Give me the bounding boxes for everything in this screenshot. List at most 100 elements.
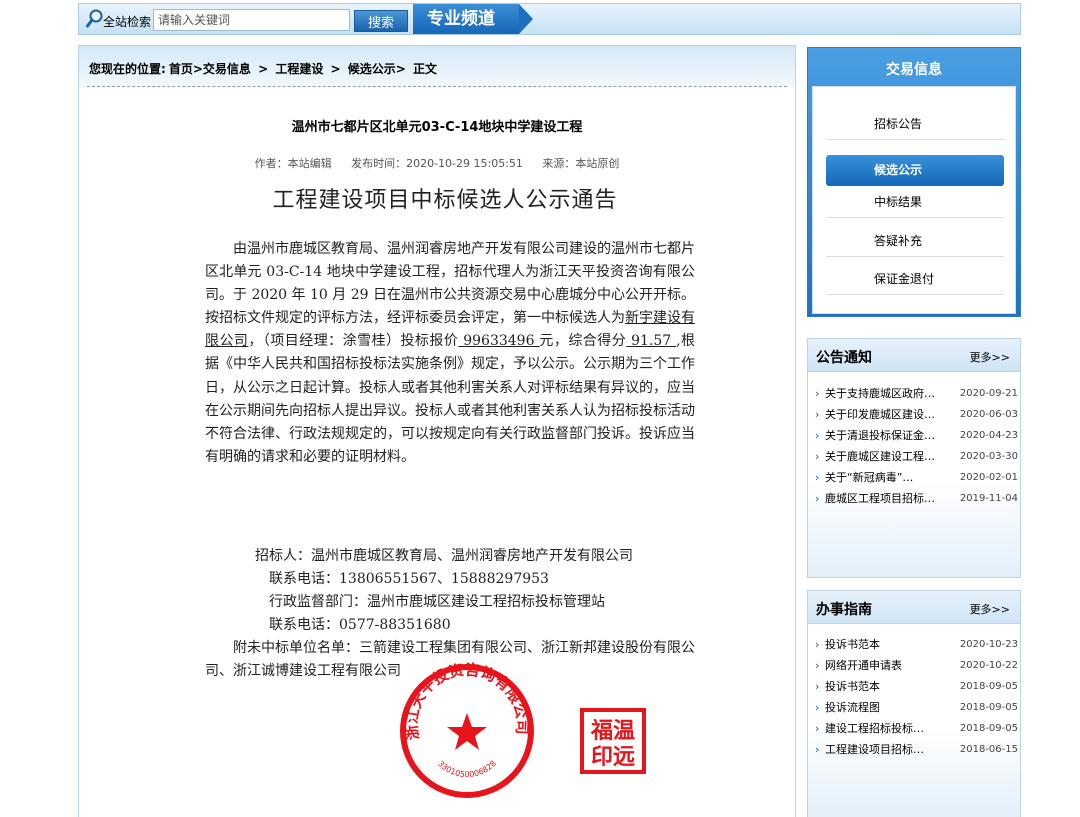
- guide-panel: 办事指南 更多>> › 投诉书范本 2020-10-23 › 网络开通申请表 2020-…: [807, 590, 1021, 817]
- menu-item-candidate-notice[interactable]: 候选公示: [826, 155, 1004, 186]
- menu-item-qa-supplement[interactable]: 答疑补充: [826, 226, 1004, 257]
- article-publish-time: 发布时间：2020-10-29 15:05:51: [351, 157, 523, 170]
- list-item-title[interactable]: 鹿城区工程项目招标…: [825, 488, 943, 509]
- trade-info-panel: 交易信息 招标公告 候选公示 中标结果 答疑补充 保证金退付: [807, 47, 1021, 317]
- notice-header: 公告通知 更多>>: [808, 339, 1020, 372]
- score: 91.57: [626, 333, 677, 350]
- list-item-title[interactable]: 建设工程招标投标…: [825, 718, 943, 739]
- list-item-title[interactable]: 关于“新冠病毒”…: [825, 467, 943, 488]
- list-item-date: 2020-10-22: [959, 660, 1018, 671]
- top-search-bar: 全站检索 搜索 专业频道: [78, 3, 1021, 35]
- document-text: ，（项目经理：涂雪桂）投标报价: [248, 333, 459, 350]
- list-item[interactable]: › 鹿城区工程项目招标… 2019-11-04: [815, 488, 1018, 509]
- breadcrumb-prefix: 您现在的位置:: [89, 62, 166, 76]
- arrow-icon: ›: [815, 659, 820, 672]
- document-body: 由温州市鹿城区教育局、温州润睿房地产开发有限公司建设的温州市七都片区北单元 03…: [205, 238, 695, 469]
- list-item-date: 2018-09-05: [959, 681, 1018, 692]
- guide-header: 办事指南 更多>>: [808, 591, 1020, 624]
- article-title: 温州市七都片区北单元03-C-14地块中学建设工程: [291, 120, 583, 135]
- list-item-title[interactable]: 关于鹿城区建设工程…: [825, 446, 943, 467]
- trade-info-menu: 招标公告 候选公示 中标结果 答疑补充 保证金退付: [812, 86, 1016, 314]
- arrow-icon: ›: [815, 408, 820, 421]
- breadcrumb-current: 正文: [413, 62, 438, 76]
- magnifier-icon: [86, 9, 103, 28]
- list-item-title[interactable]: 投诉流程图: [825, 697, 943, 718]
- breadcrumb-home[interactable]: 首页>交易信息: [169, 62, 251, 76]
- search-input[interactable]: [153, 9, 350, 31]
- search-button[interactable]: 搜索: [354, 10, 408, 32]
- list-item[interactable]: › 关于清退投标保证金的… 2020-04-23: [815, 425, 1018, 446]
- list-item-title[interactable]: 网络开通申请表: [825, 655, 943, 676]
- list-item-title[interactable]: 关于清退投标保证金的…: [825, 425, 943, 446]
- arrow-icon: ›: [815, 471, 820, 484]
- arrow-icon: ›: [815, 680, 820, 693]
- notice-title: 公告通知: [816, 350, 872, 366]
- tenderer-phone: 联系电话：13806551567、15888297953: [269, 571, 549, 587]
- list-item[interactable]: › 建设工程招标投标… 2018-09-05: [815, 718, 1018, 739]
- supervisor-line: 行政监督部门：温州市鹿城区建设工程招标投标管理站: [269, 594, 605, 610]
- menu-item-award-result[interactable]: 中标结果: [826, 187, 1004, 218]
- search-label: 全站检索: [103, 15, 152, 29]
- divider: [87, 86, 787, 87]
- arrow-icon: ›: [815, 387, 820, 400]
- list-item[interactable]: › 关于支持鹿城区政府采购… 2020-09-21: [815, 383, 1018, 404]
- seal-number: 3301050006828: [436, 759, 498, 779]
- arrow-icon: ›: [815, 701, 820, 714]
- main-content-panel: 您现在的位置: 首页>交易信息 > 工程建设 > 候选公示> 正文 温州市七都片区…: [78, 45, 796, 817]
- tenderer-line: 招标人：温州市鹿城区教育局、温州润睿房地产开发有限公司: [255, 548, 633, 564]
- square-seal-text: 福温: [590, 719, 635, 744]
- breadcrumb: 您现在的位置: 首页>交易信息 > 工程建设 > 候选公示> 正文: [79, 46, 795, 88]
- document-text: ,根据《中华人民共和国招标投标法实施条例》规定，予以公示。公示期为三个工作日，从…: [205, 333, 696, 465]
- menu-item-tender-notice[interactable]: 招标公告: [826, 109, 1004, 140]
- list-item-title[interactable]: 关于印发鹿城区建设工程…: [825, 404, 943, 425]
- list-item-date: 2020-02-01: [959, 472, 1018, 483]
- list-item-title[interactable]: 工程建设项目招标…: [825, 739, 943, 760]
- breadcrumb-separator: >: [258, 62, 269, 76]
- list-item-date: 2020-06-03: [959, 409, 1018, 420]
- list-item[interactable]: › 关于印发鹿城区建设工程… 2020-06-03: [815, 404, 1018, 425]
- square-seal-text: 印远: [591, 745, 635, 770]
- trade-info-title: 交易信息: [886, 62, 942, 78]
- document-text: 元，综合得分: [539, 333, 627, 350]
- document-heading: 工程建设项目中标候选人公示通告: [272, 188, 618, 213]
- svg-text:3301050006828: 3301050006828: [436, 759, 498, 779]
- official-square-seal: 福温 印远: [580, 708, 646, 774]
- list-item-date: 2018-09-05: [959, 723, 1018, 734]
- arrow-icon: ›: [815, 492, 820, 505]
- document-text: 由温州市鹿城区教育局、温州润睿房地产开发有限公司建设的温州市七都片区北单元 03…: [205, 241, 695, 327]
- arrow-icon: ›: [815, 722, 820, 735]
- list-item-title[interactable]: 投诉书范本: [825, 676, 943, 697]
- list-item[interactable]: › 关于鹿城区建设工程… 2020-03-30: [815, 446, 1018, 467]
- breadcrumb-engineering[interactable]: 工程建设: [275, 62, 323, 76]
- arrow-icon: ›: [815, 429, 820, 442]
- official-round-seal: 浙江天平投资咨询有限公司 3301050006828: [400, 661, 534, 798]
- list-item[interactable]: › 投诉书范本 2018-09-05: [815, 676, 1018, 697]
- list-item-date: 2020-04-23: [959, 430, 1018, 441]
- list-item-title[interactable]: 关于支持鹿城区政府采购…: [825, 383, 943, 404]
- list-item[interactable]: › 投诉书范本 2020-10-23: [815, 634, 1018, 655]
- list-item[interactable]: › 关于“新冠病毒”… 2020-02-01: [815, 467, 1018, 488]
- list-item-date: 2020-10-23: [959, 639, 1018, 650]
- list-item[interactable]: › 工程建设项目招标… 2018-06-15: [815, 739, 1018, 760]
- list-item-date: 2020-03-30: [959, 451, 1018, 462]
- notice-panel: 公告通知 更多>> › 关于支持鹿城区政府采购… 2020-09-21 › 关于印发鹿…: [807, 338, 1021, 578]
- breadcrumb-separator: >: [330, 62, 341, 76]
- bid-price: 99633496: [458, 333, 540, 350]
- guide-title: 办事指南: [816, 602, 872, 618]
- notice-more-link[interactable]: 更多>>: [970, 349, 1010, 365]
- list-item-title[interactable]: 投诉书范本: [825, 634, 943, 655]
- article-meta: 作者：本站编辑 发布时间：2020-10-29 15:05:51 来源：本站原创: [79, 155, 795, 171]
- list-item-date: 2020-09-21: [959, 388, 1018, 399]
- list-item-date: 2019-11-04: [959, 493, 1018, 504]
- list-item-date: 2018-06-15: [959, 744, 1018, 755]
- menu-item-deposit-refund[interactable]: 保证金退付: [826, 264, 1004, 295]
- breadcrumb-candidates[interactable]: 候选公示>: [348, 62, 406, 76]
- list-item[interactable]: › 网络开通申请表 2020-10-22: [815, 655, 1018, 676]
- guide-more-link[interactable]: 更多>>: [970, 601, 1010, 617]
- article-source: 来源：本站原创: [542, 157, 620, 170]
- tab-professional-channel[interactable]: 专业频道: [413, 4, 533, 34]
- list-item[interactable]: › 投诉流程图 2018-09-05: [815, 697, 1018, 718]
- arrow-icon: ›: [815, 450, 820, 463]
- list-item-date: 2018-09-05: [959, 702, 1018, 713]
- supervisor-phone: 联系电话：0577-88351680: [269, 617, 451, 633]
